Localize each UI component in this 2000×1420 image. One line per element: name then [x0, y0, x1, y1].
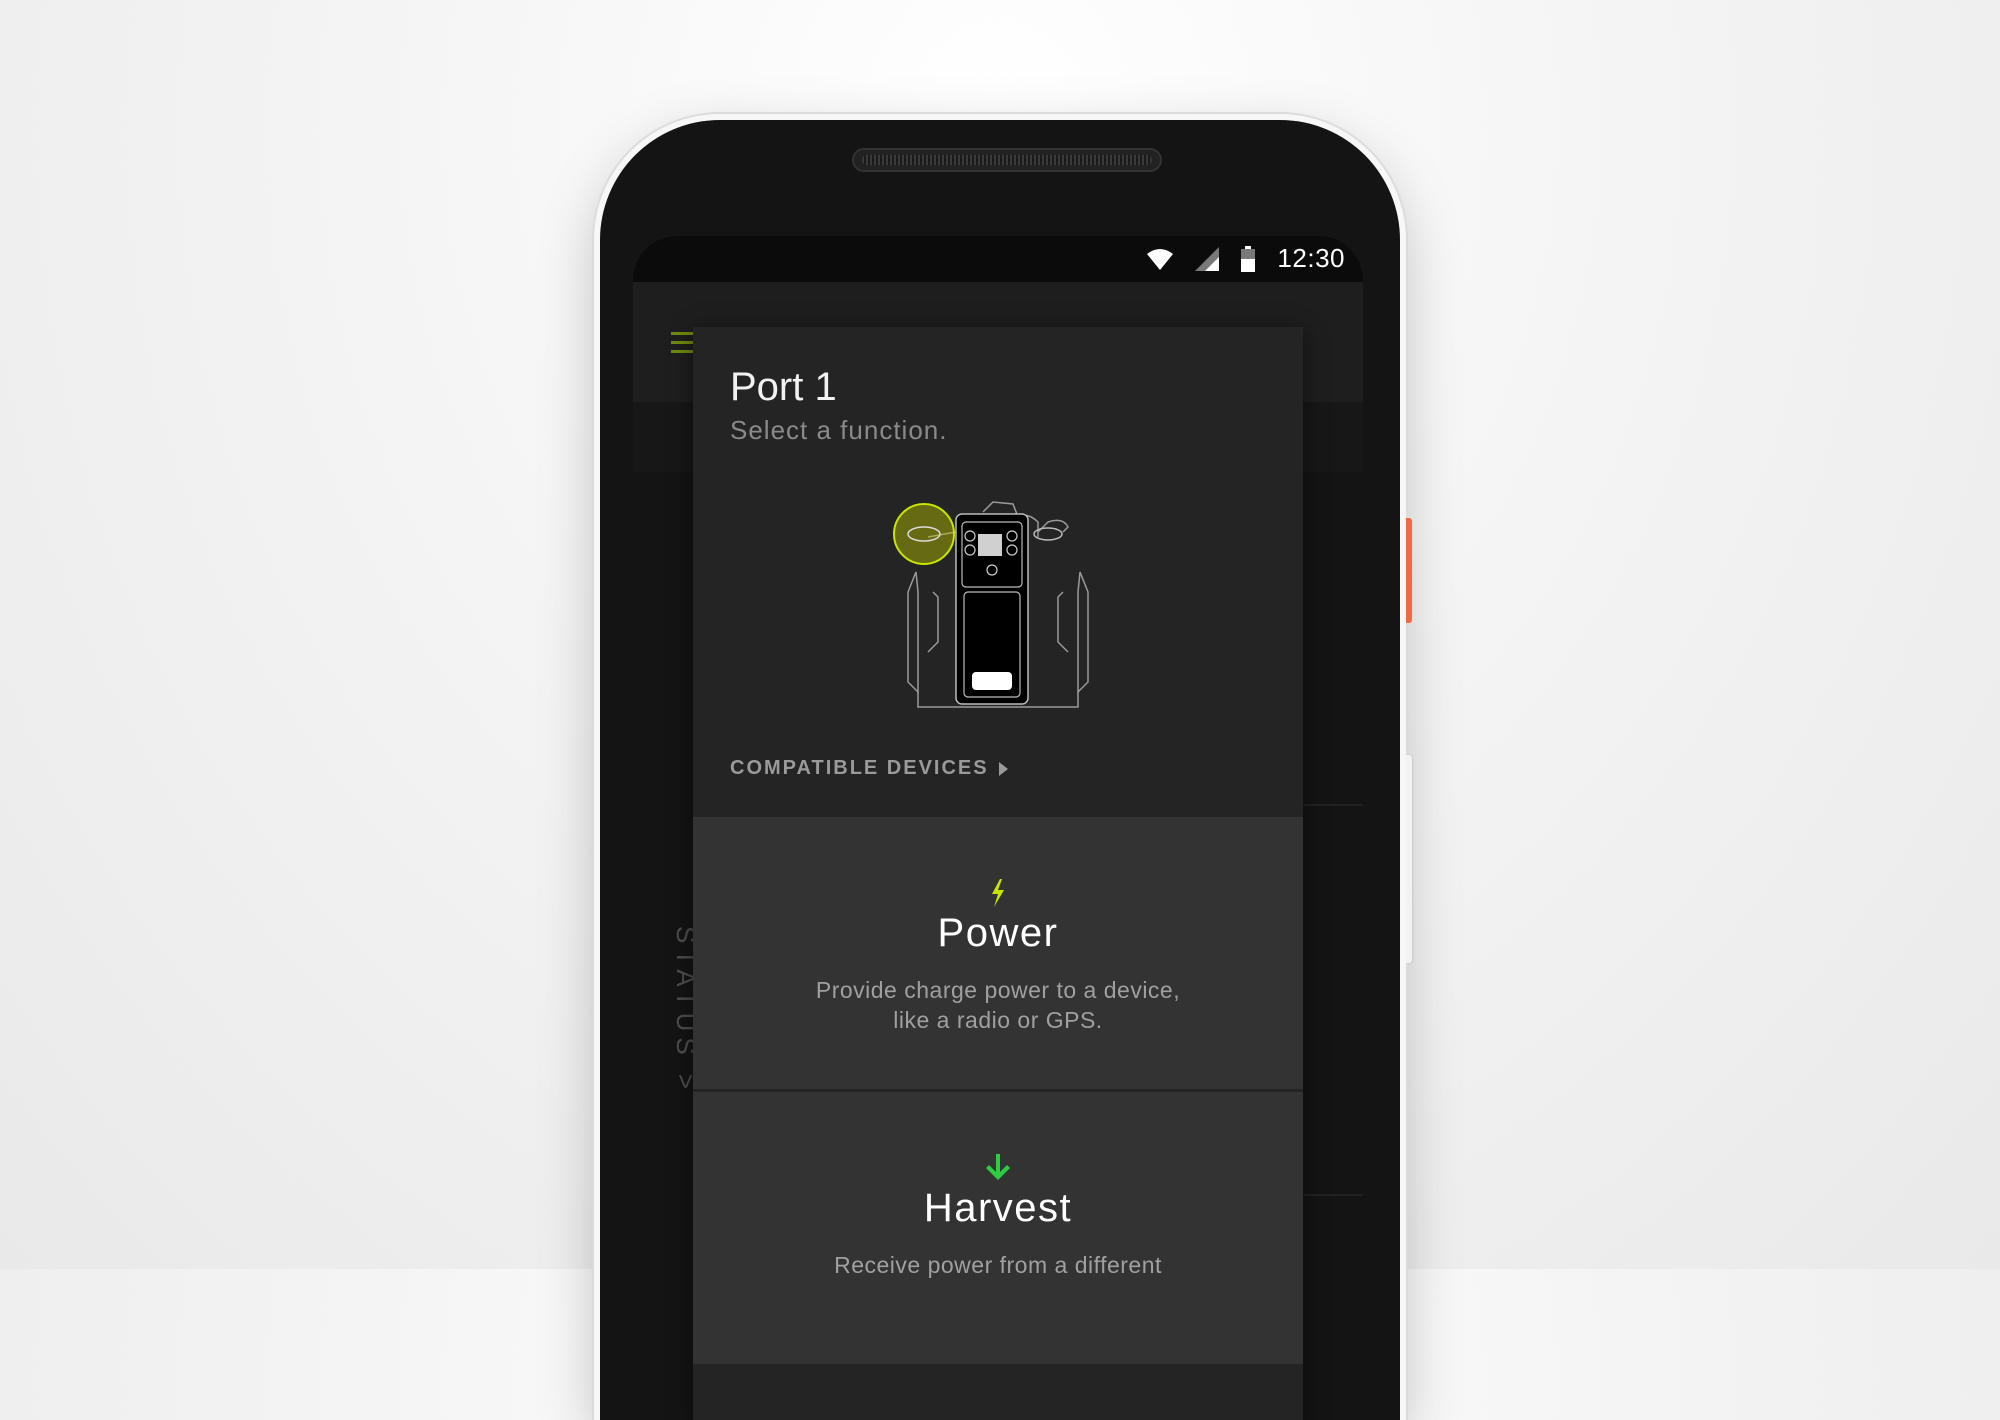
battery-icon [1241, 245, 1256, 272]
port-dialog: Port 1 Select a function. COMPATIBLE DEV… [693, 327, 1303, 1420]
power-manager-device-illustration [893, 501, 1089, 708]
menu-icon[interactable] [671, 332, 695, 356]
option-power[interactable]: Power Provide charge power to a device, … [693, 817, 1303, 1089]
dialog-title: Port 1 [730, 365, 837, 409]
option-description-line: Receive power from a different [834, 1252, 1162, 1278]
screen: 12:30 STATUS > Port 1 Select a function. [633, 236, 1363, 1420]
option-description-line: Provide charge power to a device, [815, 977, 1181, 1003]
wifi-icon [1147, 248, 1174, 270]
option-description: Provide charge power to a device, like a… [793, 975, 1203, 1035]
chevron-right-icon [998, 761, 1008, 776]
status-bar: 12:30 [633, 236, 1363, 282]
option-harvest[interactable]: Harvest Receive power from a different [693, 1092, 1303, 1364]
arrow-down-icon [986, 1154, 1010, 1180]
signal-icon [1195, 246, 1220, 271]
compatible-devices-label: COMPATIBLE DEVICES [730, 757, 989, 779]
power-button[interactable] [1406, 518, 1412, 623]
speaker-grille [852, 148, 1162, 172]
divider [1303, 804, 1363, 806]
option-title: Harvest [923, 1186, 1073, 1230]
divider [1303, 1194, 1363, 1196]
clock: 12:30 [1277, 243, 1345, 273]
option-title: Power [937, 911, 1059, 955]
lightning-icon [992, 879, 1004, 907]
volume-button[interactable] [1406, 755, 1412, 963]
phone-frame: 12:30 STATUS > Port 1 Select a function. [600, 120, 1400, 1420]
option-description-line: like a radio or GPS. [893, 1007, 1103, 1033]
compatible-devices-link[interactable]: COMPATIBLE DEVICES [730, 757, 1008, 780]
option-description: Receive power from a different [793, 1250, 1203, 1280]
dialog-subtitle: Select a function. [730, 415, 948, 445]
